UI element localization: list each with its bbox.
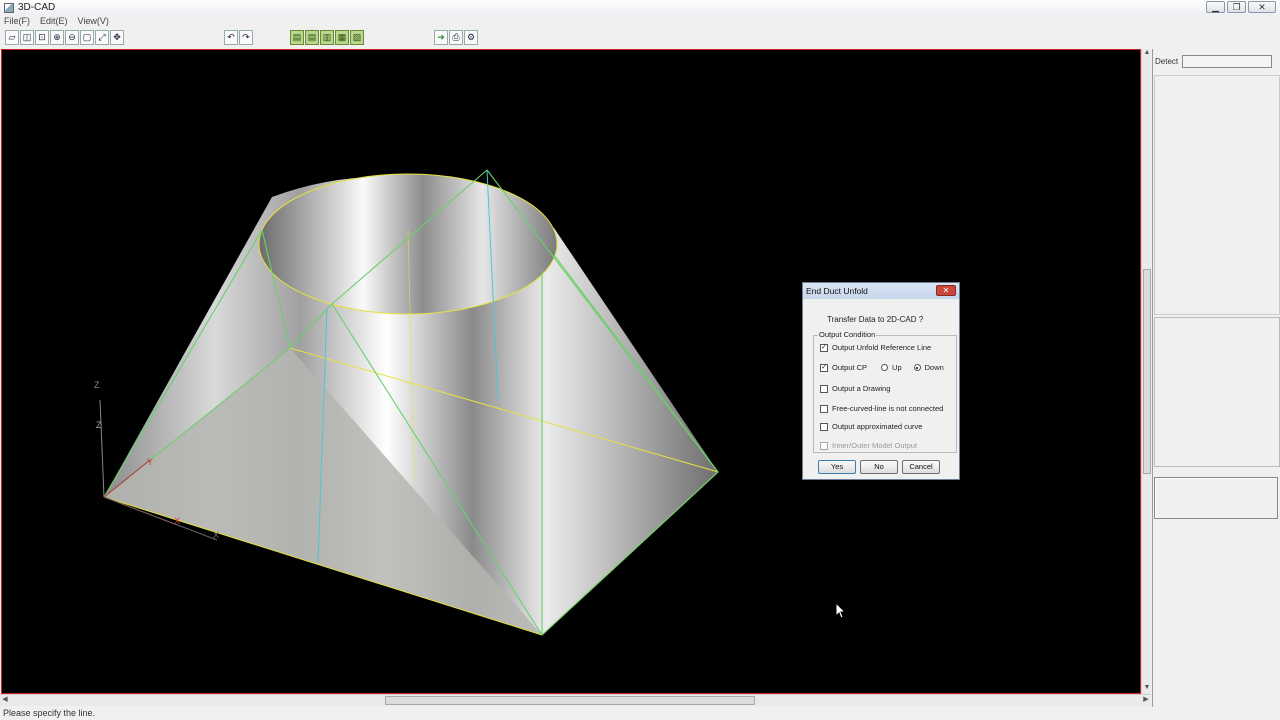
radio-up-label: Up	[892, 363, 902, 372]
checkbox-checked-icon[interactable]: ✓	[820, 363, 828, 372]
model-1-icon[interactable]: ▤	[290, 30, 304, 45]
option-approximated-curve[interactable]: Output approximated curve	[820, 422, 922, 431]
undo-icon[interactable]: ↶	[224, 30, 238, 45]
radio-down[interactable]	[913, 364, 921, 371]
option-label: Output a Drawing	[832, 384, 891, 393]
detect-label: Detect	[1155, 57, 1179, 66]
option-output-drawing[interactable]: Output a Drawing	[820, 384, 890, 393]
model-2-icon[interactable]: ▤	[305, 30, 319, 45]
checkbox-icon[interactable]	[820, 384, 828, 393]
settings-icon[interactable]: ⚙	[464, 30, 478, 45]
zoom-window-icon[interactable]: ⊡	[35, 30, 49, 45]
checkbox-icon[interactable]	[820, 422, 828, 431]
3d-viewport[interactable]: Z Z Y X X	[1, 49, 1141, 694]
dialog-title: End Duct Unfold	[806, 286, 868, 296]
detect-field[interactable]	[1182, 55, 1273, 68]
rotate-icon[interactable]: ⤢	[95, 30, 109, 45]
dialog-message: Transfer Data to 2D-CAD ?	[827, 315, 924, 324]
checkbox-disabled-icon	[820, 441, 828, 450]
title-bar: 3D-CAD ▁ ❐ ✕	[0, 0, 1280, 15]
axis-label-x: X	[213, 530, 220, 540]
horizontal-scroll-thumb[interactable]	[385, 696, 755, 705]
axis-label-z-top: Z	[94, 380, 100, 390]
pan-icon[interactable]: ✥	[110, 30, 124, 45]
fit-icon[interactable]: ▢	[80, 30, 94, 45]
duct-model	[99, 169, 719, 636]
option-label: Output CP	[832, 363, 868, 372]
select-icon[interactable]: ▱	[5, 30, 19, 45]
no-button[interactable]: No	[860, 460, 898, 474]
window-title: 3D-CAD	[18, 2, 56, 13]
cancel-button[interactable]: Cancel	[902, 460, 940, 474]
model-5-icon[interactable]: ▧	[350, 30, 364, 45]
maximize-button[interactable]: ❐	[1227, 1, 1246, 13]
model-3-icon[interactable]: ▥	[320, 30, 334, 45]
right-panel: Detect	[1152, 49, 1280, 707]
radio-up[interactable]	[881, 364, 889, 371]
close-button[interactable]: ✕	[1248, 1, 1276, 13]
option-free-curved-line[interactable]: Free-curved-line is not connected	[820, 404, 943, 413]
toolbar: ▱ ◫ ⊡ ⊕ ⊖ ▢ ⤢ ✥ ↶ ↷ ▤ ▤ ▥ ▦ ▧ ➜ ⎙ ⚙	[0, 28, 1280, 49]
right-panel-upper-area	[1154, 75, 1280, 315]
frame-icon[interactable]: ◫	[20, 30, 34, 45]
horizontal-scrollbar[interactable]: ◀ ▶	[0, 694, 1151, 706]
right-panel-middle-area	[1154, 317, 1280, 467]
option-unfold-reference-line[interactable]: ✓ Output Unfold Reference Line	[820, 343, 931, 352]
print-icon[interactable]: ⎙	[449, 30, 463, 45]
option-output-cp[interactable]: ✓ Output CP Up Down	[820, 363, 944, 372]
right-panel-info-box	[1154, 477, 1278, 519]
checkbox-checked-icon[interactable]: ✓	[820, 343, 828, 352]
vertical-scroll-thumb[interactable]	[1143, 269, 1151, 474]
zoom-out-icon[interactable]: ⊖	[65, 30, 79, 45]
output-condition-group: Output Condition ✓ Output Unfold Referen…	[813, 330, 957, 453]
option-label: Output approximated curve	[832, 422, 923, 431]
axis-label-z: Z	[96, 420, 102, 430]
dialog-close-icon[interactable]: ✕	[936, 285, 956, 296]
export-icon[interactable]: ➜	[434, 30, 448, 45]
menu-edit[interactable]: Edit(E)	[40, 15, 68, 28]
app-icon	[4, 2, 14, 13]
status-bar: Please specify the line.	[0, 707, 1280, 720]
radio-down-label: Down	[924, 363, 944, 372]
menu-bar: File(F) Edit(E) View(V)	[0, 15, 1280, 28]
redo-icon[interactable]: ↷	[239, 30, 253, 45]
scroll-up-icon[interactable]: ▲	[1142, 49, 1152, 59]
option-label: Free-curved-line is not connected	[832, 404, 944, 413]
menu-file[interactable]: File(F)	[4, 15, 30, 28]
option-label: Output Unfold Reference Line	[832, 343, 932, 352]
vertical-scrollbar[interactable]: ▲ ▼	[1141, 49, 1151, 694]
menu-view[interactable]: View(V)	[78, 15, 109, 28]
scroll-right-icon[interactable]: ▶	[1141, 695, 1151, 705]
option-label: Inner/Outer Model Output	[832, 441, 918, 450]
checkbox-icon[interactable]	[820, 404, 828, 413]
zoom-in-icon[interactable]: ⊕	[50, 30, 64, 45]
axis-label-y: Y	[147, 457, 154, 467]
yes-button[interactable]: Yes	[818, 460, 856, 474]
dialog-titlebar: End Duct Unfold ✕	[803, 283, 959, 299]
minimize-button[interactable]: ▁	[1206, 1, 1225, 13]
axis-label-x-red: X	[174, 516, 181, 526]
mouse-cursor-icon	[835, 602, 847, 619]
option-inner-outer-model: Inner/Outer Model Output	[820, 441, 917, 450]
end-duct-unfold-dialog: End Duct Unfold ✕ Transfer Data to 2D-CA…	[802, 282, 960, 480]
scroll-left-icon[interactable]: ◀	[0, 695, 10, 705]
model-4-icon[interactable]: ▦	[335, 30, 349, 45]
output-condition-label: Output Condition	[818, 330, 877, 339]
scroll-down-icon[interactable]: ▼	[1142, 684, 1152, 694]
